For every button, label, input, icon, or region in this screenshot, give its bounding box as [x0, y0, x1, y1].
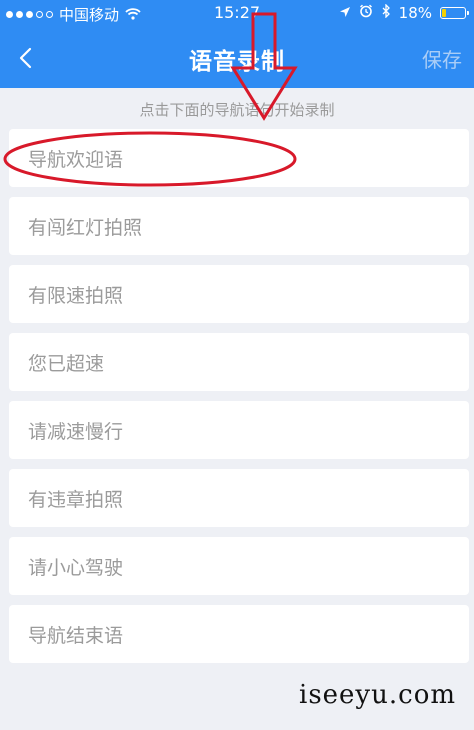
list-item[interactable]: 您已超速	[9, 333, 469, 391]
list-item[interactable]: 请减速慢行	[9, 401, 469, 459]
list-item[interactable]: 有限速拍照	[9, 265, 469, 323]
instruction-hint: 点击下面的导航语句开始录制	[139, 101, 335, 119]
list-item[interactable]: 请小心驾驶	[9, 537, 469, 595]
list-item-label: 有闯红灯拍照	[28, 216, 143, 239]
list-item[interactable]: 有违章拍照	[9, 469, 469, 527]
list-item-label: 您已超速	[28, 352, 105, 375]
battery-percent: 18%	[398, 4, 432, 22]
navigation-bar: 语音录制 保存	[0, 28, 474, 88]
location-arrow-icon	[339, 4, 351, 22]
page-title: 语音录制	[189, 49, 285, 75]
battery-fill	[442, 9, 446, 17]
list-item-label: 请减速慢行	[28, 420, 124, 443]
list-item-label: 导航结束语	[28, 624, 124, 647]
alarm-icon	[359, 4, 373, 22]
list-item[interactable]: 导航结束语	[9, 605, 469, 663]
list-item[interactable]: 导航欢迎语	[9, 129, 469, 187]
save-button[interactable]: 保存	[422, 44, 462, 73]
list-item[interactable]: 有闯红灯拍照	[9, 197, 469, 255]
list-item-label: 有限速拍照	[28, 284, 124, 307]
battery-icon	[440, 7, 469, 19]
list-item-label: 导航欢迎语	[28, 148, 124, 171]
status-right: 18%	[339, 3, 469, 22]
status-bar: 中国移动 15:27 18%	[0, 0, 474, 28]
list-item-label: 有违章拍照	[28, 488, 124, 511]
watermark: iseeyu.com	[299, 680, 456, 710]
list-item-label: 请小心驾驶	[28, 556, 124, 579]
bluetooth-icon	[381, 3, 391, 22]
